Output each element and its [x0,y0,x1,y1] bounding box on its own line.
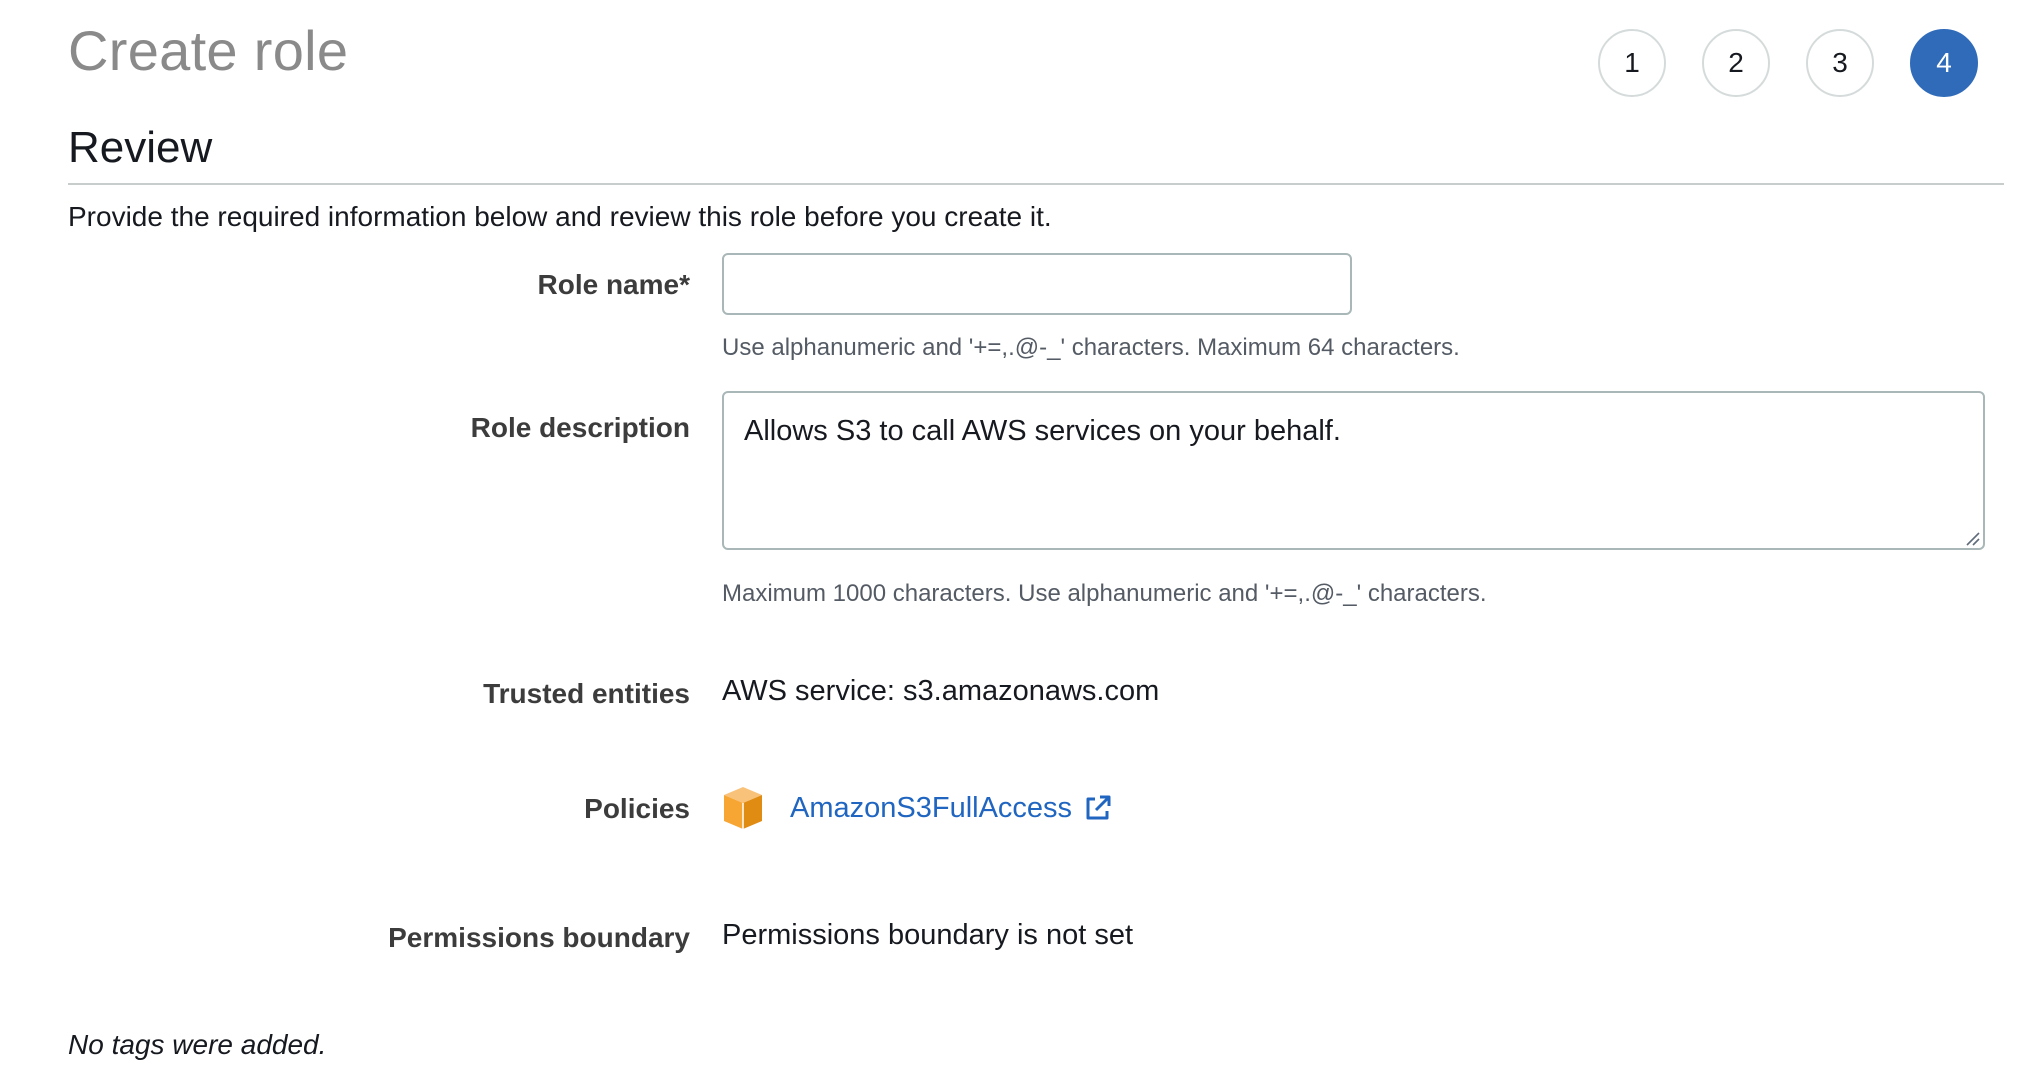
section-title: Review [68,123,213,172]
step-indicator: 1 2 3 4 [1598,29,1978,97]
section-divider [68,183,2004,185]
role-name-hint: Use alphanumeric and '+=,.@-_' character… [722,334,1460,361]
trusted-entities-label: Trusted entities [483,678,690,709]
section-intro: Provide the required information below a… [68,201,1052,232]
step-1[interactable]: 1 [1598,29,1666,97]
permissions-boundary-value: Permissions boundary is not set [722,919,1134,951]
role-name-label: Role name* [537,269,691,300]
role-description-hint: Maximum 1000 characters. Use alphanumeri… [722,580,1487,607]
policy-box-icon [724,787,762,829]
external-link-icon [1086,795,1111,820]
resize-grip-icon[interactable] [1964,530,1980,546]
trusted-entities-value: AWS service: s3.amazonaws.com [722,675,1160,707]
create-role-page: Create role 1 2 3 4 Review Provide the r… [0,0,2024,1074]
no-tags-message: No tags were added. [68,1029,327,1060]
role-description-textarea[interactable]: Allows S3 to call AWS services on your b… [722,391,1985,550]
policy-item: AmazonS3FullAccess [722,784,1114,832]
policy-link-label: AmazonS3FullAccess [790,791,1073,824]
policies-label: Policies [584,793,690,824]
role-description-label: Role description [470,412,690,443]
step-2[interactable]: 2 [1702,29,1770,97]
page-title: Create role [68,19,349,82]
step-4-active[interactable]: 4 [1910,29,1978,97]
permissions-boundary-label: Permissions boundary [388,922,690,953]
role-name-input[interactable] [722,253,1352,315]
policy-link-amazons3fullaccess[interactable]: AmazonS3FullAccess [790,792,1114,825]
step-3[interactable]: 3 [1806,29,1874,97]
